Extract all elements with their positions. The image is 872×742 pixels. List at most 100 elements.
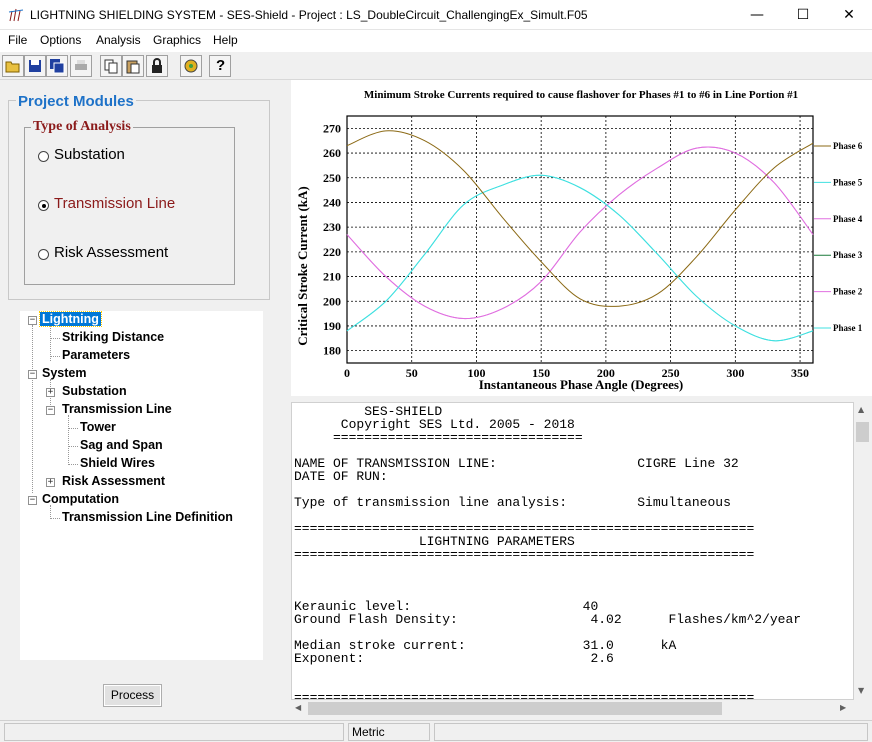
menu-analysis[interactable]: Analysis	[96, 33, 141, 47]
collapse-icon[interactable]: −	[46, 406, 55, 415]
report-text: SES-SHIELD Copyright SES Ltd. 2005 - 201…	[292, 403, 853, 700]
y-tick-label: 210	[323, 270, 341, 284]
paste-button[interactable]	[122, 55, 144, 77]
lock-button[interactable]	[146, 55, 168, 77]
copy-button[interactable]	[100, 55, 122, 77]
save-button[interactable]	[24, 55, 46, 77]
help-button[interactable]: ?	[209, 55, 231, 77]
legend-label: Phase 2	[833, 287, 863, 297]
scroll-thumb[interactable]	[856, 422, 869, 442]
radio-label: Substation	[54, 146, 125, 163]
collapse-icon[interactable]: −	[28, 370, 37, 379]
lock-icon	[152, 58, 162, 73]
x-tick-label: 150	[532, 366, 550, 380]
report-line: Exponent: 2.6	[294, 651, 614, 666]
save-all-button[interactable]	[46, 55, 68, 77]
minimize-button[interactable]: —	[734, 0, 780, 30]
tree-node-parameters[interactable]: Parameters	[62, 348, 130, 362]
help-icon: ?	[216, 57, 226, 74]
tree-connector	[50, 505, 51, 519]
report-line: ================================	[294, 430, 583, 445]
paste-icon	[126, 60, 140, 74]
chart-ylabel: Critical Stroke Current (kA)	[295, 186, 310, 345]
x-tick-label: 100	[467, 366, 485, 380]
module-tree: − Lightning Striking Distance Parameters…	[20, 311, 263, 660]
expand-icon[interactable]: +	[46, 478, 55, 487]
open-folder-icon	[5, 61, 20, 73]
radio-label: Transmission Line	[54, 195, 176, 212]
print-icon	[75, 60, 87, 70]
process-button[interactable]: Process	[103, 684, 162, 707]
report-vertical-scrollbar[interactable]: ▲ ▼	[854, 402, 871, 700]
stroke-current-chart: Minimum Stroke Currents required to caus…	[295, 89, 863, 392]
menu-graphics[interactable]: Graphics	[153, 33, 201, 47]
x-tick-label: 300	[726, 366, 744, 380]
chart-title: Minimum Stroke Currents required to caus…	[364, 89, 798, 101]
tree-node-transmission-line[interactable]: Transmission Line	[62, 402, 172, 416]
print-button[interactable]	[70, 55, 92, 77]
y-tick-label: 200	[323, 294, 341, 308]
report-line: Type of transmission line analysis: Simu…	[294, 495, 731, 510]
legend-label: Phase 6	[833, 141, 863, 151]
radio-button-icon	[38, 151, 49, 162]
status-units: Metric	[348, 723, 430, 741]
project-modules-title: Project Modules	[16, 93, 136, 110]
report-horizontal-scrollbar[interactable]: ◀ ▶	[291, 700, 854, 717]
tree-node-computation[interactable]: Computation	[42, 492, 119, 506]
lightning-app-icon	[8, 8, 24, 22]
legend-label: Phase 5	[833, 177, 863, 187]
tree-node-tower[interactable]: Tower	[80, 420, 116, 434]
tree-node-sag-and-span[interactable]: Sag and Span	[80, 438, 163, 452]
scroll-down-icon[interactable]: ▼	[858, 686, 864, 695]
y-tick-label: 190	[323, 319, 341, 333]
tree-connector	[32, 325, 33, 493]
radio-button-selected-icon	[38, 200, 49, 211]
maximize-button[interactable]: ☐	[780, 0, 826, 30]
tree-connector	[50, 338, 60, 339]
tree-node-lightning[interactable]: Lightning	[39, 311, 102, 327]
tree-connector	[50, 356, 60, 357]
chart-xlabel: Instantaneous Phase Angle (Degrees)	[479, 377, 684, 392]
scroll-up-icon[interactable]: ▲	[858, 405, 864, 414]
tree-connector	[68, 464, 78, 465]
collapse-icon[interactable]: −	[28, 496, 37, 505]
tree-node-risk-assessment[interactable]: Risk Assessment	[62, 474, 165, 488]
expand-icon[interactable]: +	[46, 388, 55, 397]
y-tick-label: 220	[323, 245, 341, 259]
maximize-icon: ☐	[796, 7, 810, 23]
menu-file[interactable]: File	[8, 33, 27, 47]
tree-connector	[68, 428, 78, 429]
x-tick-label: 0	[344, 366, 350, 380]
tree-connector	[68, 415, 69, 465]
x-tick-label: 200	[597, 366, 615, 380]
status-cell-empty	[434, 723, 868, 741]
y-tick-label: 260	[323, 146, 341, 160]
tree-node-shield-wires[interactable]: Shield Wires	[80, 456, 155, 470]
collapse-icon[interactable]: −	[28, 316, 37, 325]
y-tick-label: 240	[323, 195, 341, 209]
legend-label: Phase 4	[833, 214, 863, 224]
report-line: Ground Flash Density: 4.02 Flashes/km^2/…	[294, 612, 802, 627]
report-output[interactable]: SES-SHIELD Copyright SES Ltd. 2005 - 201…	[291, 402, 854, 700]
scroll-right-icon[interactable]: ▶	[840, 703, 846, 712]
legend-label: Phase 3	[833, 250, 863, 260]
y-tick-label: 250	[323, 171, 341, 185]
x-tick-label: 350	[791, 366, 809, 380]
tree-connector	[50, 518, 60, 519]
scroll-thumb[interactable]	[308, 702, 722, 715]
report-line: ========================================…	[294, 690, 755, 700]
menu-help[interactable]: Help	[213, 33, 238, 47]
tree-node-system[interactable]: System	[42, 366, 86, 380]
tree-node-transmission-line-definition[interactable]: Transmission Line Definition	[62, 510, 233, 524]
open-button[interactable]	[2, 55, 24, 77]
menu-bar: File Options Analysis Graphics Help	[0, 30, 872, 52]
scroll-left-icon[interactable]: ◀	[295, 703, 301, 712]
radio-button-icon	[38, 249, 49, 260]
menu-options[interactable]: Options	[40, 33, 81, 47]
toolbar: ?	[0, 52, 872, 80]
y-tick-label: 180	[323, 344, 341, 358]
close-button[interactable]: ✕	[826, 0, 872, 30]
tree-node-substation[interactable]: Substation	[62, 384, 127, 398]
settings-button[interactable]	[180, 55, 202, 77]
tree-node-striking-distance[interactable]: Striking Distance	[62, 330, 164, 344]
